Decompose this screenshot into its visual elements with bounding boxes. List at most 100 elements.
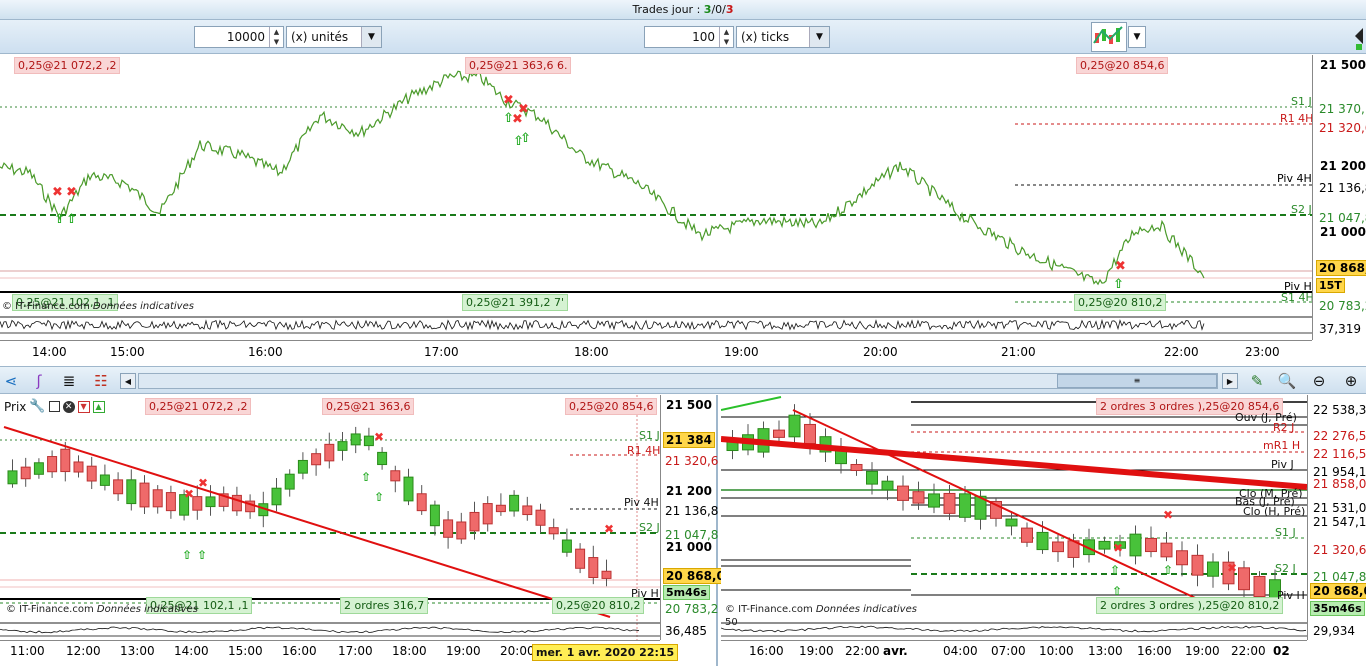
trade-markers: ✖✖ ⇧ ⇧ ✖⇧ ⇧✖ — [182, 430, 614, 562]
zoom-in-icon[interactable]: ⊕ — [1340, 370, 1362, 392]
s1-badge: 21 384 — [663, 432, 715, 448]
cursor-date-label: mer. 1 avr. 2020 22:15 — [532, 644, 679, 661]
scrollbar-thumb[interactable]: ≡ — [1057, 374, 1217, 388]
order-label[interactable]: 0,25@21 363,6 — [322, 398, 415, 415]
top-chart-panel[interactable]: ✖ ✖ ⇧ ⇧ ✖ ✖ ✖ ⇧ ⇧ ⇧ ✖ ⇧ 0,25@21 072,2 ,2 0,25@… — [0, 55, 1366, 366]
strategy-chart-icon[interactable] — [1091, 22, 1127, 52]
close-icon[interactable]: ✕ — [62, 400, 75, 413]
candle — [1238, 567, 1250, 591]
stepper-arrows-icon[interactable]: ▲ ▼ — [719, 27, 733, 47]
draw-tool-icon[interactable]: ✎ — [1246, 370, 1268, 392]
trades-status-bar: Trades jour : 3 / 0 / 3 — [0, 0, 1366, 20]
candle — [297, 459, 308, 474]
order-label[interactable]: 2 ordres 3 ordres ),25@20 810,2 — [1096, 597, 1284, 614]
side-arrow-icon[interactable] — [1352, 26, 1366, 54]
maximize-icon[interactable] — [48, 401, 60, 412]
trend-line[interactable] — [792, 409, 1222, 611]
candle — [416, 493, 427, 512]
order-label[interactable]: 0,25@20 854,6 — [1076, 57, 1169, 74]
order-label[interactable]: 0,25@21 391,2 7' — [462, 294, 568, 311]
order-label[interactable]: 0,25@21 072,2 ,2 — [14, 57, 121, 74]
order-label[interactable]: 0,25@20 810,2 — [1074, 294, 1167, 311]
candle — [959, 493, 971, 518]
price-line — [0, 70, 1205, 286]
svg-text:⇧: ⇧ — [182, 548, 192, 562]
trend-line[interactable] — [3, 426, 611, 618]
candle — [192, 496, 203, 511]
svg-text:✖: ✖ — [503, 93, 514, 108]
chevron-down-icon[interactable]: ▼ — [361, 27, 381, 47]
x-tick: 18:00 — [392, 644, 427, 658]
svg-text:⇧: ⇧ — [197, 548, 207, 562]
order-label[interactable]: 0,25@21 072,2 ,2 — [145, 398, 252, 415]
right-chart-panel[interactable]: ✖ ✖ ✖ ⇧ ⇧ ⇧ 2 ordres 3 ordres ),25@20 854,6 … — [721, 395, 1366, 666]
level-name: S2 J — [1291, 203, 1312, 216]
y-tick: 21 200 — [1320, 159, 1366, 173]
quantity-stepper[interactable]: 10000 ▲ ▼ — [194, 26, 284, 48]
candle — [1129, 533, 1142, 557]
left-chart-panel[interactable]: ✖ ✖ ⇧ ⇧ ✖ ⇧ ⇧ ✖ Prix 🔧 ✕ ▼ ▲ 0,25@21 072,2 ,… — [0, 395, 728, 666]
candle — [324, 443, 335, 462]
candle — [337, 441, 348, 451]
level-value: 20 783,2 — [1319, 299, 1366, 313]
share-icon[interactable]: ⋖ — [0, 370, 22, 392]
svg-text:✖: ✖ — [1113, 541, 1123, 555]
scroll-left-button[interactable]: ◀ — [120, 373, 136, 389]
sell-icon[interactable]: ▼ — [77, 400, 90, 413]
stepper-arrows-icon[interactable]: ▲ ▼ — [269, 27, 283, 47]
trade-markers: ✖ ✖ ✖ ⇧ ⇧ ⇧ — [1110, 508, 1237, 598]
horizontal-scrollbar[interactable]: ≡ — [138, 373, 1218, 389]
level-name: S1 J — [1275, 526, 1296, 539]
x-tick: 21:00 — [1001, 345, 1036, 359]
order-label[interactable]: 2 ordres 316,7 — [340, 597, 429, 614]
ticks-stepper[interactable]: 100 ▲ ▼ — [644, 26, 734, 48]
chevron-down-icon[interactable]: ▼ — [809, 27, 829, 47]
candle — [482, 503, 493, 525]
level-name: Piv 4H — [1277, 172, 1312, 185]
trend-line-green[interactable] — [721, 396, 782, 411]
candle — [575, 548, 586, 569]
x-tick: 13:00 — [1088, 644, 1123, 658]
candle — [363, 435, 374, 447]
ticks-unit-select[interactable]: (x) ticks ▼ — [736, 26, 830, 48]
level-name: S1 J — [1291, 95, 1312, 108]
ticks-unit-label: (x) ticks — [741, 30, 790, 44]
svg-text:✖: ✖ — [1227, 561, 1237, 575]
x-tick: 22:00 — [1231, 644, 1266, 658]
quantity-unit-label: (x) unités — [291, 30, 349, 44]
candle — [33, 462, 44, 475]
trades-count-won: 3 — [703, 3, 712, 16]
y-tick: 21 000 — [1320, 225, 1366, 239]
y-tick: 22 538,3 — [1313, 403, 1366, 417]
scroll-right-button[interactable]: ▶ — [1222, 373, 1238, 389]
ladder-icon[interactable]: ☷ — [90, 370, 112, 392]
strategy-dropdown-icon[interactable]: ▼ — [1128, 26, 1146, 48]
level-name: Piv J — [1271, 458, 1294, 471]
level-name: S1 J — [639, 429, 660, 442]
y-tick: 21 531,0 — [1313, 501, 1366, 515]
order-label[interactable]: 0,25@21 363,6 6. — [465, 57, 572, 74]
candle — [495, 504, 506, 513]
candle — [377, 451, 388, 466]
indicator-line — [721, 625, 1307, 633]
level-value: 21 320,6 — [665, 454, 719, 468]
zoom-fit-icon[interactable]: 🔍 — [1276, 370, 1298, 392]
trend-line-thick[interactable] — [721, 436, 1307, 490]
wrench-icon[interactable]: 🔧 — [29, 399, 45, 414]
quantity-unit-select[interactable]: (x) unités ▼ — [286, 26, 382, 48]
zoom-out-icon[interactable]: ⊖ — [1308, 370, 1330, 392]
x-tick: 04:00 — [943, 644, 978, 658]
candle — [881, 480, 894, 491]
indicator-icon[interactable]: ʃ — [28, 370, 50, 392]
y-tick: 21 047,8 — [1313, 570, 1366, 584]
list-icon[interactable]: ≣ — [58, 370, 80, 392]
svg-text:✖: ✖ — [1163, 508, 1173, 522]
candle — [205, 496, 216, 508]
buy-icon[interactable]: ▲ — [92, 400, 105, 413]
order-label[interactable]: 0,25@20 854,6 — [565, 398, 658, 415]
x-tick: 19:00 — [1185, 644, 1220, 658]
candle — [390, 470, 401, 482]
indicator-value: 29,934 — [1313, 624, 1355, 638]
x-tick: 13:00 — [120, 644, 155, 658]
candle — [588, 557, 599, 579]
